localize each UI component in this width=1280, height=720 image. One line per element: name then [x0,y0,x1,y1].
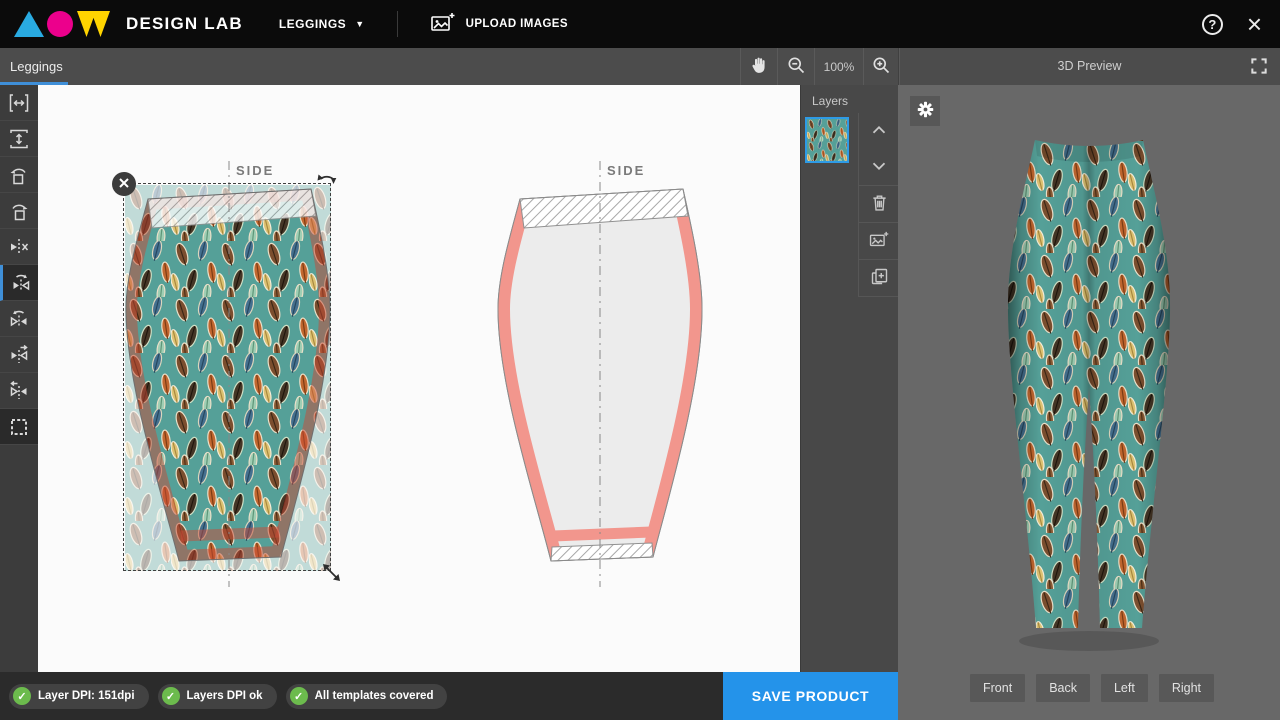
app-header: DESIGN LAB LEGGINGS ▼ UPLOAD IMAGES ? × [0,0,1280,48]
design-canvas: SIDE [38,85,800,672]
move-layer-up-button[interactable] [859,113,899,149]
3d-leggings-model[interactable] [898,85,1280,720]
preview-view-buttons: Front Back Left Right [898,674,1280,702]
status-badge-templates-covered: ✓ All templates covered [286,684,448,709]
tile-repeat-icon[interactable] [0,409,38,445]
rotate-ccw-icon[interactable] [0,157,38,193]
check-icon: ✓ [13,687,31,705]
product-dropdown[interactable]: LEGGINGS ▼ [273,16,371,32]
status-badge-label: All templates covered [315,690,434,702]
active-tab-indicator [0,82,68,85]
scale-vertical-icon[interactable] [0,121,38,157]
canvas-zoom-tools: 100% [740,48,900,85]
status-badge-layer-dpi: ✓ Layer DPI: 151dpi [9,684,149,709]
chevron-down-icon [868,165,890,180]
upload-images-button[interactable]: UPLOAD IMAGES [424,10,574,39]
check-icon: ✓ [290,687,308,705]
duplicate-layer-icon [869,275,890,290]
rotate-cw-icon[interactable] [0,193,38,229]
close-icon: × [1247,9,1262,39]
tab-bar: Leggings 100% [0,48,1280,85]
help-button[interactable]: ? [1202,14,1223,35]
layers-panel-title: Layers [801,85,898,108]
template-side-empty[interactable]: SIDE [497,185,703,571]
fullscreen-icon [1249,64,1269,79]
chevron-up-icon [868,129,890,144]
shift-right-icon[interactable] [0,337,38,373]
duplicate-layer-button[interactable] [859,260,899,296]
rotate-layer-handle[interactable] [316,170,340,194]
zoom-level: 100% [814,48,863,85]
add-image-layer-button[interactable] [859,223,899,259]
upload-images-label: UPLOAD IMAGES [466,18,568,30]
tab-leggings[interactable]: Leggings [0,48,68,85]
chevron-down-icon: ▼ [355,20,364,29]
delete-layer-button[interactable] [859,186,899,222]
mirror-vertical-icon[interactable] [0,301,38,337]
template-side-label: SIDE [236,163,274,178]
status-badge-layers-dpi-ok: ✓ Layers DPI ok [158,684,277,709]
resize-layer-handle[interactable] [321,562,342,583]
scale-horizontal-icon[interactable] [0,85,38,121]
check-icon: ✓ [162,687,180,705]
template-outline: SIDE [497,157,703,591]
view-front-button[interactable]: Front [970,674,1025,702]
status-badge-label: Layer DPI: 151dpi [38,690,135,702]
pan-tool-button[interactable] [740,48,777,85]
flip-horizontal-remove-icon[interactable] [0,229,38,265]
gear-icon [916,100,935,122]
add-image-icon [868,238,890,253]
template-side-patterned[interactable]: SIDE [125,185,331,571]
tab-leggings-label: Leggings [10,59,63,74]
view-right-button[interactable]: Right [1159,674,1214,702]
logo-w [77,11,110,37]
help-icon: ? [1208,17,1216,32]
upload-image-icon [430,11,456,38]
save-product-button[interactable]: SAVE PRODUCT [723,672,898,720]
view-back-button[interactable]: Back [1036,674,1090,702]
status-bar: ✓ Layer DPI: 151dpi ✓ Layers DPI ok ✓ Al… [0,672,898,720]
close-icon [118,177,130,192]
header-divider [397,11,398,37]
zoom-out-icon [786,55,807,79]
mirror-horizontal-icon[interactable] [0,265,38,301]
preview-title: 3D Preview [899,59,1280,73]
remove-layer-handle[interactable] [112,172,136,196]
shift-left-icon[interactable] [0,373,38,409]
left-tool-rail [0,85,38,672]
zoom-in-button[interactable] [863,48,900,85]
view-left-button[interactable]: Left [1101,674,1148,702]
brand-logo [14,11,110,37]
layer-thumbnail[interactable] [805,117,849,163]
template-side-label: SIDE [607,163,645,178]
preview-settings-button[interactable] [910,96,940,126]
close-button[interactable]: × [1247,11,1262,37]
logo-triangle [14,11,44,37]
zoom-in-icon [871,55,892,79]
app-title: DESIGN LAB [126,14,243,34]
preview-panel: Front Back Left Right [898,85,1280,720]
product-dropdown-label: LEGGINGS [279,17,346,31]
fullscreen-button[interactable] [1248,56,1270,78]
hand-icon [749,55,769,78]
layers-panel: Layers [800,85,898,672]
zoom-out-button[interactable] [777,48,814,85]
move-layer-down-button[interactable] [859,149,899,185]
logo-circle [47,11,73,37]
layer-selection-box[interactable] [123,183,331,571]
status-badge-label: Layers DPI ok [187,690,263,702]
layer-actions [858,113,899,297]
trash-icon [869,201,890,216]
preview-header: 3D Preview [898,48,1280,85]
